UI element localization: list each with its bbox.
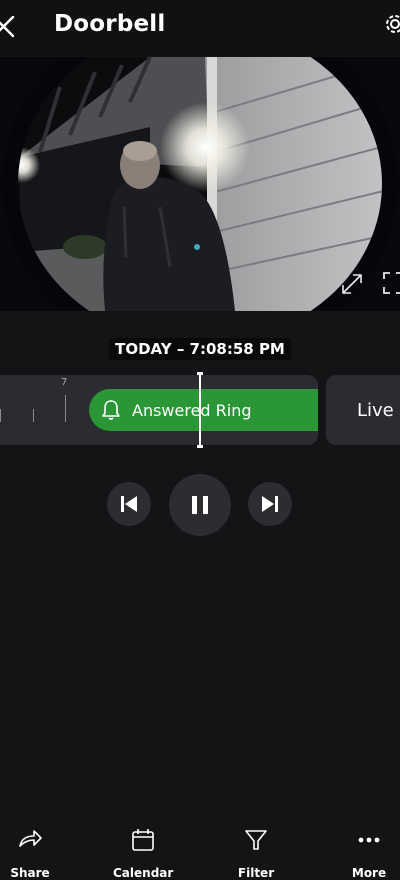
timestamp: TODAY – 7:08:58 PM <box>0 338 400 360</box>
skip-next-icon <box>262 496 278 512</box>
timestamp-text: TODAY – 7:08:58 PM <box>109 338 291 360</box>
timeline-tick-label: 7 <box>61 377 68 388</box>
bottom-toolbar: Share Calendar Filter More <box>0 820 400 880</box>
live-button[interactable]: Live <box>326 375 400 445</box>
event-label: Answered Ring <box>132 400 252 420</box>
playhead[interactable] <box>199 372 201 448</box>
page-title: Doorbell <box>54 11 166 37</box>
calendar-button[interactable]: Calendar <box>113 828 174 880</box>
timeline-tick <box>33 409 34 422</box>
settings-button[interactable] <box>384 12 400 42</box>
more-label: More <box>351 866 387 880</box>
close-icon <box>0 16 15 38</box>
camera-video[interactable] <box>0 57 400 311</box>
close-button[interactable] <box>0 10 22 44</box>
skip-next-button[interactable] <box>248 482 292 526</box>
filter-icon <box>245 830 267 850</box>
expand-icon <box>342 274 362 294</box>
event-answered-ring[interactable]: Answered Ring <box>89 389 318 431</box>
more-button[interactable]: More <box>339 828 399 880</box>
timeline-tick <box>0 409 1 422</box>
header: Doorbell <box>0 0 400 56</box>
skip-previous-icon <box>121 496 137 512</box>
expand-button[interactable] <box>339 271 365 297</box>
timeline-tick <box>65 395 66 422</box>
timeline-scrubber[interactable]: 7 Answered Ring <box>0 375 318 445</box>
filter-button[interactable]: Filter <box>226 828 286 880</box>
fullscreen-icon <box>383 272 400 294</box>
skip-previous-button[interactable] <box>107 482 151 526</box>
gear-icon <box>386 15 400 33</box>
playhead-top-marker <box>197 372 203 375</box>
calendar-icon <box>132 829 154 851</box>
bell-icon <box>102 400 120 420</box>
playhead-bottom-marker <box>197 445 203 448</box>
share-icon <box>19 830 42 847</box>
more-icon <box>358 837 380 843</box>
share-label: Share <box>10 866 50 880</box>
live-label: Live <box>357 399 394 421</box>
pause-button[interactable] <box>169 474 231 536</box>
fullscreen-button[interactable] <box>380 269 400 297</box>
pause-icon <box>192 496 208 514</box>
filter-label: Filter <box>237 866 275 880</box>
share-button[interactable]: Share <box>0 828 60 880</box>
calendar-label: Calendar <box>113 866 174 880</box>
